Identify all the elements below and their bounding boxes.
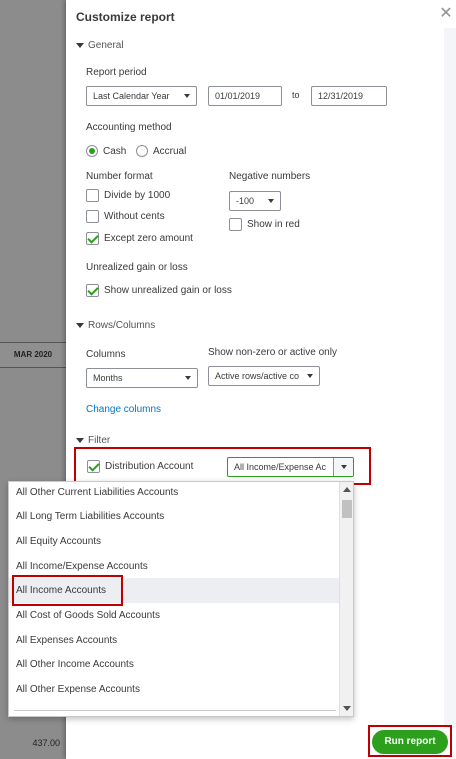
dropdown-item[interactable]: All Expenses Accounts [9,628,340,653]
checkbox-empty-icon [229,218,242,231]
dropdown-divider [14,710,336,711]
show-nonzero-label: Show non-zero or active only [208,347,337,358]
report-total-value: 437.00 [32,738,60,748]
show-nonzero-select[interactable]: Active rows/active co [208,366,320,386]
checkbox-empty-icon [86,189,99,202]
show-in-red-checkbox[interactable]: Show in red [229,218,300,231]
negative-numbers-select[interactable]: -100 [229,191,281,211]
checkmark-icon [86,284,99,297]
cash-radio[interactable]: Cash [86,145,126,157]
columns-label: Columns [86,349,126,360]
scroll-thumb[interactable] [342,500,352,518]
number-format-label: Number format [86,171,153,182]
accounting-method-label: Accounting method [86,122,172,133]
show-nonzero-value: Active rows/active co [215,371,300,381]
annotation-highlight-filter [74,447,371,485]
report-column-header: MAR 2020 [0,342,66,368]
triangle-down-icon [76,438,84,443]
accrual-radio[interactable]: Accrual [136,145,186,157]
start-date-input[interactable]: 01/01/2019 [208,86,282,106]
show-in-red-label: Show in red [247,219,300,230]
cash-label: Cash [103,145,127,157]
dropdown-item[interactable]: All Other Current Liabilities Accounts [9,482,340,505]
without-cents-checkbox[interactable]: Without cents [86,210,165,223]
columns-value: Months [93,373,123,383]
scroll-down-icon[interactable] [343,706,351,711]
columns-select[interactable]: Months [86,368,198,388]
triangle-down-icon [76,323,84,328]
annotation-highlight-income [12,575,123,606]
show-unrealized-checkbox[interactable]: Show unrealized gain or loss [86,284,232,297]
filter-heading: Filter [88,435,111,446]
dropdown-item[interactable]: All Other Expense Accounts [9,677,340,702]
chevron-down-icon [185,376,191,380]
chevron-down-icon [307,374,313,378]
general-heading: General [88,40,124,51]
without-cents-label: Without cents [104,211,165,222]
rows-columns-heading: Rows/Columns [88,320,156,331]
chevron-down-icon [268,199,274,203]
close-icon[interactable]: ✕ [438,6,454,22]
dropdown-scrollbar[interactable] [339,482,353,716]
dropdown-item[interactable]: All Cost of Goods Sold Accounts [9,603,340,628]
accrual-label: Accrual [153,145,187,157]
except-zero-label: Except zero amount [104,233,193,244]
general-section-toggle[interactable]: General [76,40,124,51]
report-period-value: Last Calendar Year [93,91,170,101]
checkmark-icon [86,232,99,245]
show-unrealized-label: Show unrealized gain or loss [104,285,232,296]
divide-label: Divide by 1000 [104,190,171,201]
negative-value: -100 [236,196,255,206]
change-columns-link[interactable]: Change columns [86,404,161,415]
report-period-select[interactable]: Last Calendar Year [86,86,197,106]
radio-selected-icon [86,145,98,157]
unrealized-label: Unrealized gain or loss [86,262,188,273]
dropdown-item[interactable]: All Long Term Liabilities Accounts [9,504,340,529]
checkbox-empty-icon [86,210,99,223]
dropdown-item[interactable]: All Other Income Accounts [9,652,340,677]
report-period-label: Report period [86,67,147,78]
panel-title: Customize report [76,10,175,24]
divide-by-1000-checkbox[interactable]: Divide by 1000 [86,189,170,202]
panel-scrollbar[interactable] [444,28,456,728]
annotation-highlight-run [368,725,452,757]
except-zero-checkbox[interactable]: Except zero amount [86,232,193,245]
rows-columns-section-toggle[interactable]: Rows/Columns [76,320,155,331]
distribution-account-dropdown: All Other Current Liabilities Accounts A… [8,481,354,717]
end-date-input[interactable]: 12/31/2019 [311,86,387,106]
to-label: to [292,90,300,100]
dropdown-item[interactable]: All Equity Accounts [9,529,340,554]
negative-numbers-label: Negative numbers [229,171,311,182]
triangle-down-icon [76,43,84,48]
chevron-down-icon [184,94,190,98]
filter-section-toggle[interactable]: Filter [76,435,110,446]
radio-unselected-icon [136,145,148,157]
scroll-up-icon[interactable] [343,487,351,492]
